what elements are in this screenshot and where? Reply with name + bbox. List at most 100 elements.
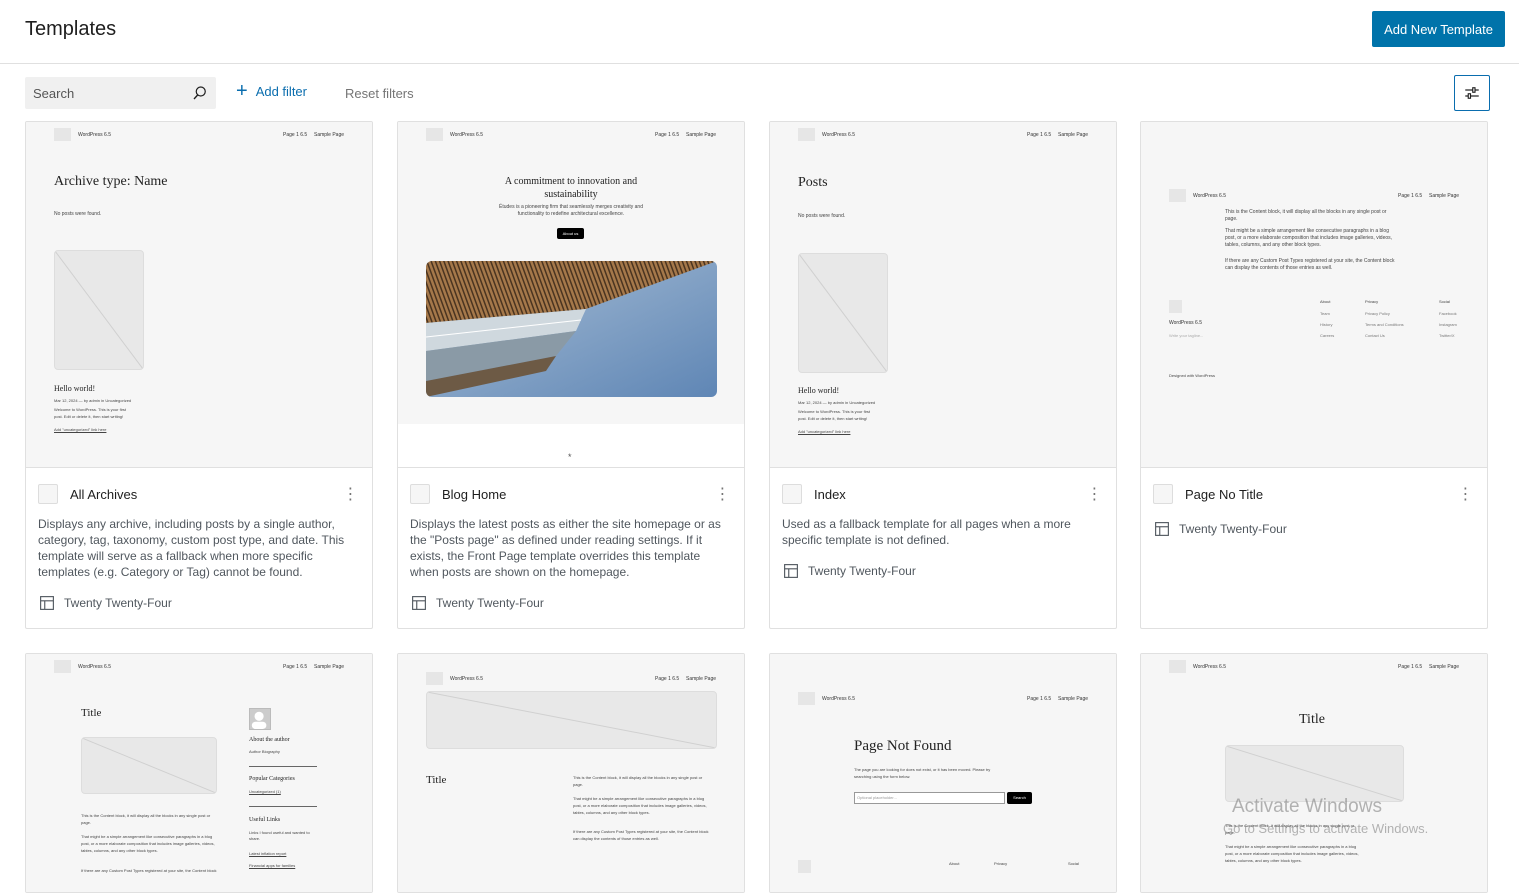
- preview-nav-page: Page 1 6.5: [1398, 664, 1423, 670]
- preview-site-title: WordPress 6.5: [450, 132, 483, 138]
- preview-site-title: WordPress 6.5: [1193, 664, 1226, 670]
- more-actions-icon[interactable]: ⋮: [1455, 484, 1475, 504]
- author-bio: Author Biography: [249, 749, 280, 754]
- preview-site-title: WordPress 6.5: [78, 132, 111, 138]
- template-card[interactable]: WordPress 6.5 Page 1 6.5 Sample Page Tit…: [397, 653, 745, 893]
- preview-nav-page: Page 1 6.5: [1027, 132, 1052, 138]
- preview-heading: Page Not Found: [854, 738, 952, 754]
- preview-content: page.: [573, 782, 584, 787]
- footer-col-item: History: [1320, 322, 1333, 327]
- preview-content: tables, columns, and any other block typ…: [573, 810, 650, 815]
- template-preview[interactable]: WordPress 6.5 Page 1 6.5 Sample Page Tit…: [1141, 654, 1487, 892]
- preview-excerpt: Welcome to WordPress. This is your first: [54, 407, 127, 412]
- avatar-icon: [249, 708, 271, 730]
- footer-col-head: Social: [1439, 299, 1450, 304]
- template-card[interactable]: WordPress 6.5 Page 1 6.5 Sample Page Arc…: [25, 121, 373, 629]
- footer-col-item: Careers: [1320, 333, 1335, 338]
- template-preview[interactable]: WordPress 6.5 Page 1 6.5 Sample Page Arc…: [26, 122, 372, 468]
- preview-excerpt: Welcome to WordPress. This is your first: [798, 409, 871, 414]
- preview-content: That might be a simple arrangement like …: [1225, 844, 1357, 849]
- template-author: Twenty Twenty-Four: [782, 562, 1104, 580]
- site-logo-icon: [426, 672, 443, 685]
- more-actions-icon[interactable]: ⋮: [1084, 484, 1104, 504]
- page-title: Templates: [25, 18, 117, 40]
- footer-col-item: Terms and Conditions: [1365, 322, 1404, 327]
- preview-subtitle: functionality to redefine architectural …: [517, 211, 625, 217]
- footer-col-head: Privacy: [994, 861, 1008, 866]
- preview-nav-page: Page 1 6.5: [1398, 193, 1423, 199]
- preview-post-meta: Mar 12, 2024 — by admin in Uncategorized: [798, 400, 876, 405]
- preview-content: If there are any Custom Post Types regis…: [81, 868, 217, 873]
- preview-search-input: Optional placeholder...: [854, 792, 1005, 804]
- template-preview[interactable]: WordPress 6.5 Page 1 6.5 Sample Page Tit…: [398, 654, 744, 892]
- preview-content: post, or a more elaborate composition th…: [573, 803, 707, 808]
- template-description: Displays the latest posts as either the …: [410, 517, 721, 579]
- image-placeholder: [798, 253, 888, 373]
- preview-post-title: Hello world!: [798, 386, 840, 395]
- preview-nav-sample: Sample Page: [314, 664, 345, 670]
- template-checkbox[interactable]: [1153, 484, 1173, 504]
- template-card[interactable]: WordPress 6.5 Page 1 6.5 Sample Page Tit…: [25, 653, 373, 893]
- search-input[interactable]: [25, 77, 185, 109]
- template-title[interactable]: Blog Home: [442, 487, 712, 502]
- preview-excerpt: post. Edit or delete it, then start writ…: [798, 416, 868, 421]
- template-preview[interactable]: WordPress 6.5 Page 1 6.5 Sample Page Pag…: [770, 654, 1116, 892]
- footer-col-head: About: [1320, 299, 1331, 304]
- useful-links-desc: share.: [249, 836, 261, 841]
- template-title[interactable]: Page No Title: [1185, 487, 1455, 502]
- image-placeholder: [426, 691, 717, 749]
- footer-col-item: Privacy Policy: [1365, 311, 1390, 316]
- add-filter-button[interactable]: + Add filter: [236, 81, 307, 101]
- template-preview[interactable]: WordPress 6.5 Page 1 6.5 Sample Page Thi…: [1141, 122, 1487, 468]
- template-card[interactable]: WordPress 6.5 Page 1 6.5 Sample Page Pag…: [769, 653, 1117, 893]
- template-preview[interactable]: WordPress 6.5 Page 1 6.5 Sample Page A c…: [398, 122, 744, 468]
- template-preview[interactable]: WordPress 6.5 Page 1 6.5 Sample Page Pos…: [770, 122, 1116, 468]
- filter-toolbar: + Add filter Reset filters: [0, 75, 1519, 111]
- preview-no-posts: No posts were found.: [798, 213, 846, 219]
- card-info: Index ⋮ Used as a fallback template for …: [770, 468, 1116, 592]
- image-placeholder: [1225, 745, 1404, 802]
- footer-col-item: Instagram: [1439, 322, 1457, 327]
- preview-content: That might be a simple arrangement like …: [81, 834, 213, 839]
- more-actions-icon[interactable]: ⋮: [340, 484, 360, 504]
- footer-col-item: Team: [1320, 311, 1330, 316]
- site-logo-icon: [1169, 189, 1186, 202]
- footer-col-item: Facebook: [1439, 311, 1457, 316]
- useful-link: Financial apps for families: [249, 863, 296, 868]
- asterisk-icon: *: [568, 452, 572, 462]
- preview-content: page.: [1225, 216, 1238, 222]
- template-card[interactable]: WordPress 6.5 Page 1 6.5 Sample Page Pos…: [769, 121, 1117, 629]
- preview-content: If there are any Custom Post Types regis…: [1225, 258, 1395, 264]
- search-icon[interactable]: [191, 84, 209, 102]
- preview-nav-page: Page 1 6.5: [283, 132, 308, 138]
- more-actions-icon[interactable]: ⋮: [712, 484, 732, 504]
- author-name: Twenty Twenty-Four: [436, 596, 544, 610]
- template-card[interactable]: WordPress 6.5 Page 1 6.5 Sample Page Tit…: [1140, 653, 1488, 893]
- view-options-button[interactable]: [1454, 75, 1490, 111]
- site-logo-icon: [426, 128, 443, 141]
- useful-links: Useful Links: [249, 817, 281, 823]
- template-checkbox[interactable]: [38, 484, 58, 504]
- template-card[interactable]: WordPress 6.5 Page 1 6.5 Sample Page A c…: [397, 121, 745, 629]
- template-card[interactable]: WordPress 6.5 Page 1 6.5 Sample Page Thi…: [1140, 121, 1488, 629]
- preview-content: That might be a simple arrangement like …: [573, 796, 705, 801]
- reset-filters-button[interactable]: Reset filters: [345, 86, 414, 101]
- template-title[interactable]: All Archives: [70, 487, 340, 502]
- activate-windows-subtitle: Go to Settings to activate Windows.: [1223, 821, 1429, 836]
- footer-logo-icon: [798, 860, 811, 873]
- preview-nav-sample: Sample Page: [686, 676, 717, 682]
- template-description: Used as a fallback template for all page…: [782, 517, 1071, 547]
- author-name: Twenty Twenty-Four: [808, 564, 916, 578]
- template-checkbox[interactable]: [782, 484, 802, 504]
- preview-content: can display the contents of those entrie…: [1225, 265, 1333, 271]
- preview-content: tables, columns, and any other block typ…: [1225, 858, 1302, 863]
- preview-title: Title: [426, 774, 447, 786]
- add-new-template-button[interactable]: Add New Template: [1372, 11, 1505, 47]
- template-title[interactable]: Index: [814, 487, 1084, 502]
- template-checkbox[interactable]: [410, 484, 430, 504]
- preview-site-title: WordPress 6.5: [1193, 193, 1226, 199]
- template-preview[interactable]: WordPress 6.5 Page 1 6.5 Sample Page Tit…: [26, 654, 372, 892]
- preview-nav-sample: Sample Page: [1429, 193, 1460, 199]
- footer-col-item: Contact Us: [1365, 333, 1385, 338]
- building-image: [426, 261, 717, 397]
